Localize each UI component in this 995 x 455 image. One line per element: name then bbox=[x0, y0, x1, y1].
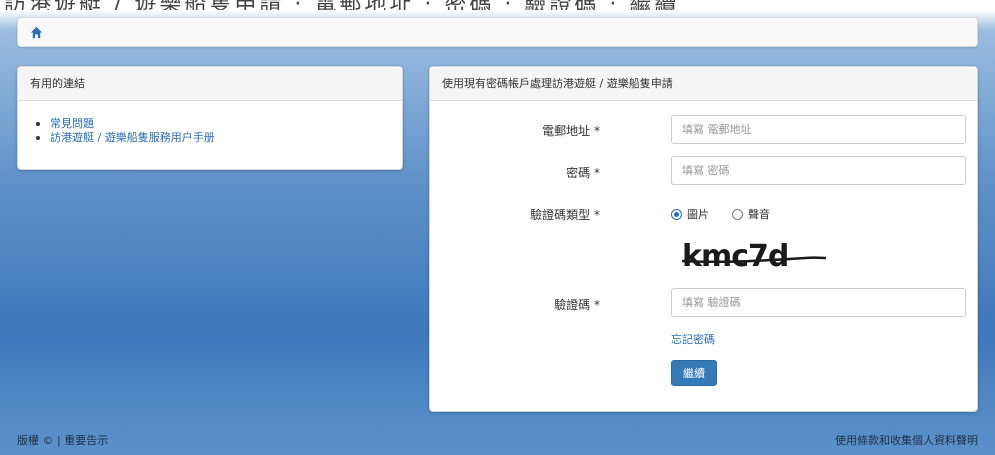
captcha-text: kmc7d bbox=[682, 239, 788, 274]
captcha-image: kmc7d bbox=[681, 239, 827, 274]
list-item: 訪港遊艇 / 遊樂船隻服務用户手册 bbox=[36, 131, 402, 145]
useful-links-panel: 有用的連結 常見問題 訪港遊艇 / 遊樂船隻服務用户手册 bbox=[17, 66, 403, 170]
forgot-password-link[interactable]: 忘記密碼 bbox=[671, 331, 715, 347]
captcha-label: 驗證碼 * bbox=[554, 298, 600, 312]
useful-links-title: 有用的連結 bbox=[18, 67, 402, 101]
faq-link[interactable]: 常見問題 bbox=[50, 117, 94, 130]
captcha-type-label: 驗證碼類型 * bbox=[530, 208, 600, 222]
password-field[interactable] bbox=[671, 156, 966, 185]
radio-label: 聲音 bbox=[748, 208, 770, 221]
password-label: 密碼 * bbox=[566, 166, 600, 180]
footer-copyright[interactable]: 版權 © | 重要告示 bbox=[17, 432, 108, 448]
radio-checked-icon bbox=[671, 208, 682, 220]
email-field[interactable] bbox=[671, 115, 966, 144]
user-manual-link[interactable]: 訪港遊艇 / 遊樂船隻服務用户手册 bbox=[50, 131, 215, 144]
login-form-title: 使用現有密碼帳戶處理訪港遊艇 / 遊樂船隻申請 bbox=[430, 67, 977, 101]
radio-label: 圖片 bbox=[687, 208, 709, 221]
useful-links-list: 常見問題 訪港遊艇 / 遊樂船隻服務用户手册 bbox=[18, 101, 402, 145]
captcha-type-image-radio[interactable]: 圖片 bbox=[671, 206, 709, 222]
footer-terms-link[interactable]: 使用條款和收集個人資料聲明 bbox=[835, 432, 978, 448]
list-item: 常見問題 bbox=[36, 117, 402, 131]
continue-button[interactable]: 繼續 bbox=[671, 360, 717, 386]
nav-bar bbox=[17, 17, 978, 47]
home-icon[interactable] bbox=[30, 26, 43, 39]
top-strip: 訪港遊艇 / 遊樂船隻申請 · 電郵地址 · 密碼 · 驗證碼 · 繼續 bbox=[0, 0, 995, 10]
radio-unchecked-icon bbox=[732, 208, 743, 220]
captcha-type-audio-radio[interactable]: 聲音 bbox=[732, 206, 770, 222]
login-form-panel: 使用現有密碼帳戶處理訪港遊艇 / 遊樂船隻申請 電郵地址 * 密碼 * 驗證碼類… bbox=[429, 66, 978, 412]
top-strip-text: 訪港遊艇 / 遊樂船隻申請 · 電郵地址 · 密碼 · 驗證碼 · 繼續 bbox=[4, 0, 679, 10]
email-label: 電郵地址 * bbox=[542, 124, 600, 138]
captcha-field[interactable] bbox=[671, 288, 966, 317]
